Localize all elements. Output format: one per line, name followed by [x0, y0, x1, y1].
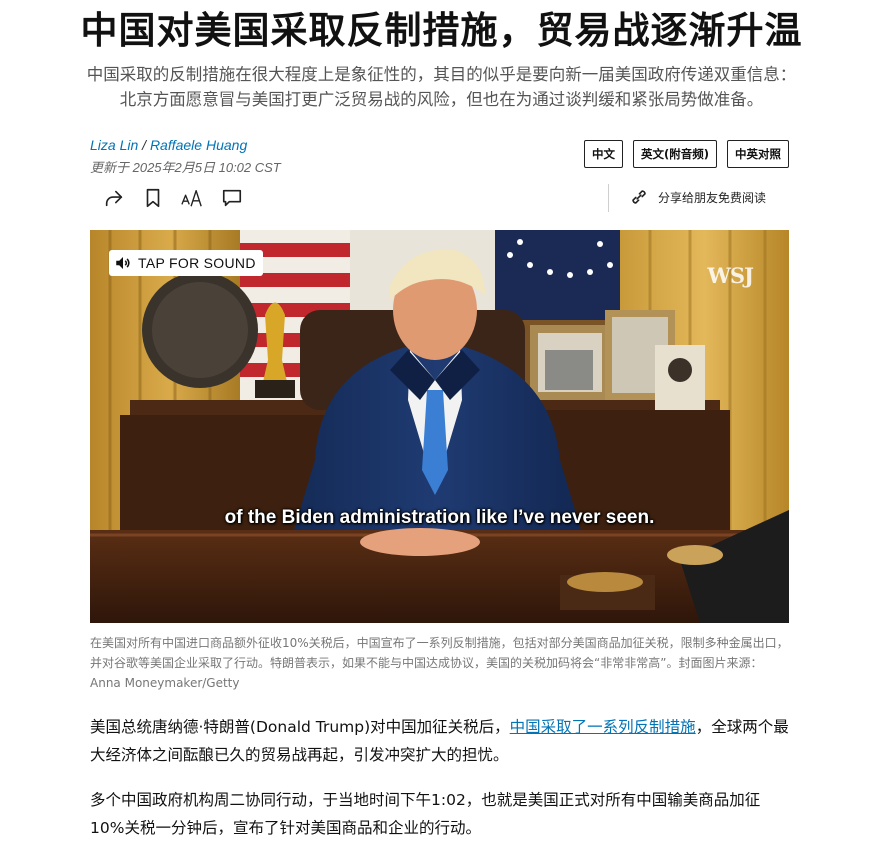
toolbar-divider [608, 184, 609, 212]
lang-button-bilingual[interactable]: 中英对照 [727, 140, 789, 168]
tap-for-sound-button[interactable]: TAP FOR SOUND [109, 250, 263, 276]
video-subtitle: of the Biden administration like I’ve ne… [90, 507, 789, 529]
video-subtitle-text: of the Biden administration like I’ve ne… [224, 507, 655, 528]
author-link-1[interactable]: Liza Lin [90, 137, 138, 153]
speaker-muted-icon [116, 257, 130, 269]
language-switcher: 中文 英文(附音频) 中英对照 [583, 140, 789, 168]
dek-line-1: 中国采取的反制措施在很大程度上是象征性的，其目的似乎是要向新一届美国政府传递双重… [86, 65, 797, 84]
article-dek: 中国采取的反制措施在很大程度上是象征性的，其目的似乎是要向新一届美国政府传递双重… [0, 62, 883, 112]
lang-button-chinese[interactable]: 中文 [583, 140, 623, 168]
author-link-2[interactable]: Raffaele Huang [150, 137, 247, 153]
body-paragraph-1: 美国总统唐纳德·特朗普(Donald Trump)对中国加征关税后，中国采取了一… [90, 713, 790, 769]
video-player[interactable]: TAP FOR SOUND WSJ of the Biden administr… [90, 230, 789, 623]
article-headline: 中国对美国采取反制措施，贸易战逐渐升温 [80, 9, 803, 52]
share-free-label: 分享给朋友免费阅读 [658, 190, 767, 205]
text-size-icon[interactable] [180, 186, 204, 210]
bookmark-icon[interactable] [141, 186, 165, 210]
author-separator: / [142, 137, 147, 153]
share-free-button[interactable]: 分享给朋友免费阅读 [628, 186, 766, 208]
share-icon[interactable] [102, 186, 126, 210]
comment-icon[interactable] [220, 186, 244, 210]
dek-line-2: 北京方面愿意冒与美国打更广泛贸易战的风险，但也在为通过谈判缓和紧张局势做准备。 [119, 90, 764, 109]
lang-button-english-audio[interactable]: 英文(附音频) [632, 140, 717, 168]
countermeasures-link[interactable]: 中国采取了一系列反制措施 [510, 718, 696, 736]
byline: Liza Lin / Raffaele Huang [90, 137, 247, 153]
media-caption: 在美国对所有中国进口商品额外征收10%关税后，中国宣布了一系列反制措施，包括对部… [90, 636, 789, 690]
link-icon [632, 190, 646, 204]
video-frame [90, 230, 789, 623]
p1-text-before: 美国总统唐纳德·特朗普(Donald Trump)对中国加征关税后， [90, 718, 510, 736]
tap-for-sound-label: TAP FOR SOUND [138, 255, 256, 271]
wsj-watermark: WSJ [707, 263, 754, 288]
updated-timestamp: 更新于 2025年2月5日 10:02 CST [90, 160, 281, 175]
body-paragraph-2: 多个中国政府机构周二协同行动，于当地时间下午1:02，也就是美国正式对所有中国输… [90, 791, 761, 837]
article-toolbar: 分享给朋友免费阅读 [100, 184, 790, 214]
